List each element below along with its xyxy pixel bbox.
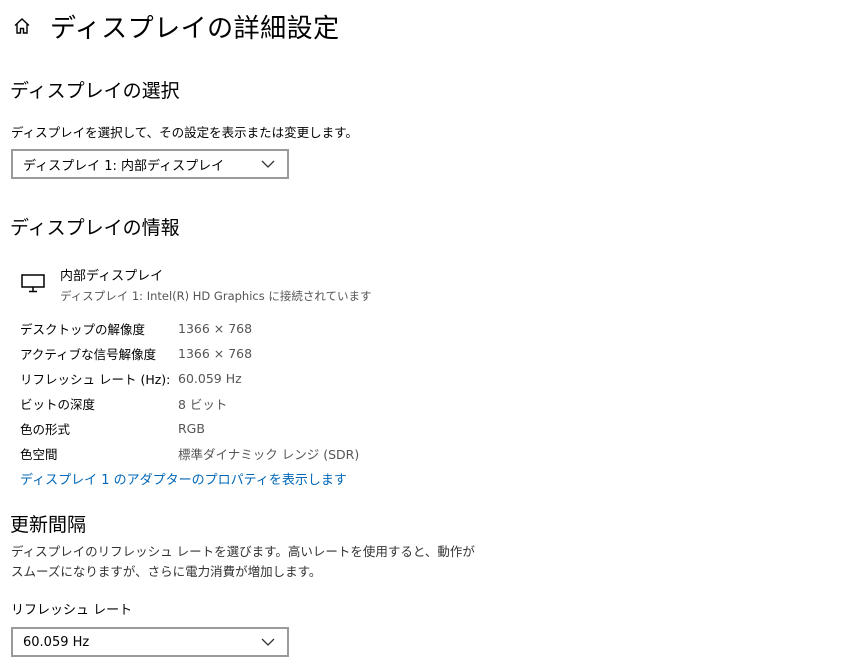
info-row: 色の形式 RGB [20,416,359,441]
display-select-value: ディスプレイ 1: 内部ディスプレイ [23,158,225,174]
page-title: ディスプレイの詳細設定 [50,13,340,44]
info-row: ビットの深度 8 ビット [20,391,359,416]
refresh-rate-label: リフレッシュ レート [11,603,133,618]
info-value: 8 ビット [178,397,228,412]
select-display-heading: ディスプレイの選択 [10,80,180,102]
info-row: デスクトップの解像度 1366 × 768 [20,316,359,341]
info-row: リフレッシュ レート (Hz): 60.059 Hz [20,366,359,391]
refresh-rate-description: ディスプレイのリフレッシュ レートを選びます。高いレートを使用すると、動作がスム… [11,544,475,579]
refresh-rate-heading: 更新間隔 [10,514,87,536]
monitor-connection: ディスプレイ 1: Intel(R) HD Graphics に接続されています [60,289,372,303]
info-value: 標準ダイナミック レンジ (SDR) [178,447,360,462]
display-info-table: デスクトップの解像度 1366 × 768 アクティブな信号解像度 1366 ×… [20,316,359,466]
monitor-summary: 内部ディスプレイ ディスプレイ 1: Intel(R) HD Graphics … [20,267,372,305]
select-display-description: ディスプレイを選択して、その設定を表示または変更します。 [11,125,358,140]
info-value: 1366 × 768 [178,321,253,336]
info-row: 色空間 標準ダイナミック レンジ (SDR) [20,441,359,466]
refresh-rate-dropdown[interactable]: 60.059 Hz [11,627,289,657]
info-label: デスクトップの解像度 [20,322,146,337]
adapter-properties-link[interactable]: ディスプレイ 1 のアダプターのプロパティを表示します [20,469,347,488]
info-value: 60.059 Hz [178,371,242,386]
display-info-heading: ディスプレイの情報 [10,217,180,239]
chevron-down-icon [261,157,275,171]
monitor-name: 内部ディスプレイ [60,269,164,284]
info-label: 色空間 [20,447,58,462]
info-row: アクティブな信号解像度 1366 × 768 [20,341,359,366]
refresh-rate-value: 60.059 Hz [23,634,90,650]
info-label: リフレッシュ レート (Hz): [20,372,171,387]
page-header: ディスプレイの詳細設定 [10,6,340,46]
info-label: 色の形式 [20,422,71,437]
monitor-icon [20,273,48,297]
info-value: 1366 × 768 [178,346,253,361]
info-label: ビットの深度 [20,397,96,412]
advanced-display-settings-page: ディスプレイの詳細設定 ディスプレイの選択 ディスプレイを選択して、その設定を表… [0,0,862,669]
info-label: アクティブな信号解像度 [20,347,157,362]
display-select-dropdown[interactable]: ディスプレイ 1: 内部ディスプレイ [11,149,289,179]
chevron-down-icon [261,635,275,649]
home-icon[interactable] [10,14,34,38]
info-value: RGB [178,421,205,436]
